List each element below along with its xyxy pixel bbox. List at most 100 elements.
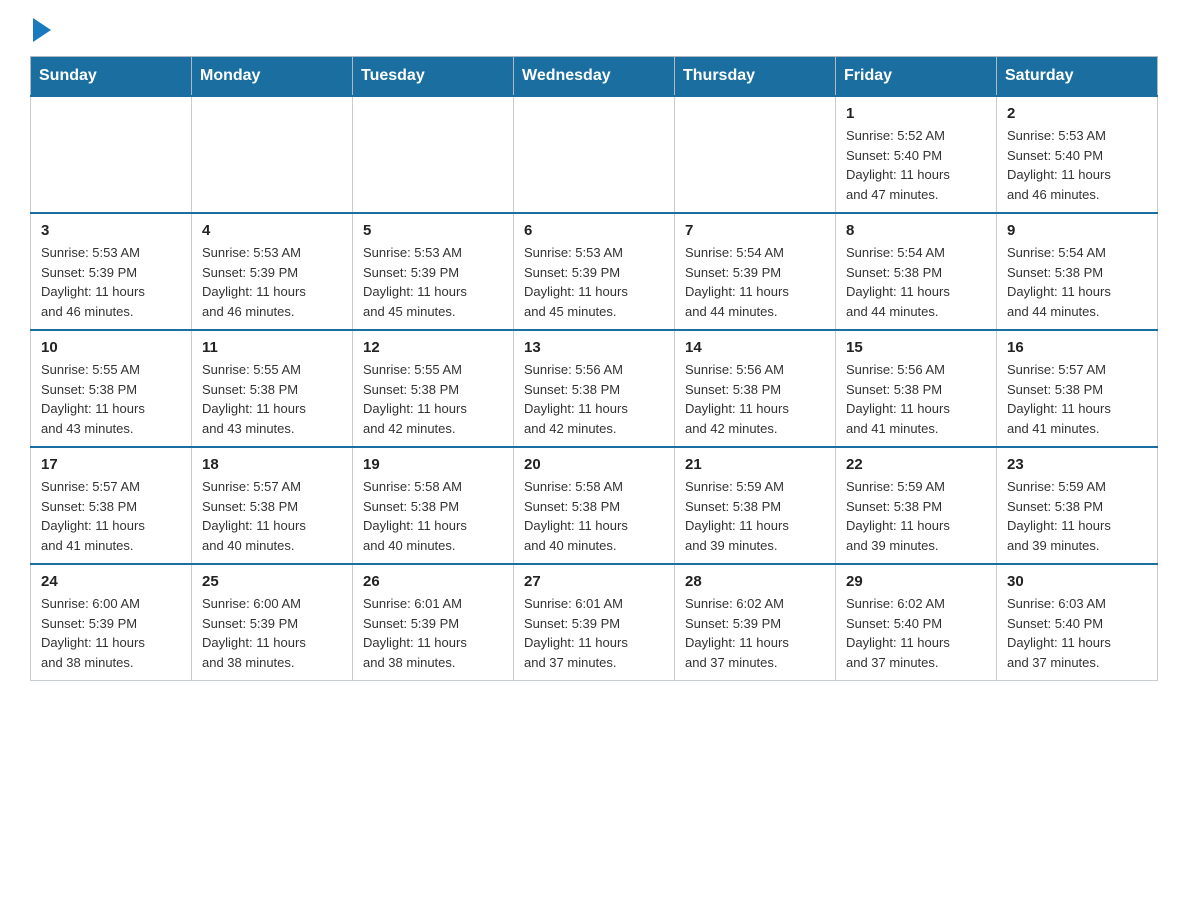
day-info: Sunrise: 5:55 AM Sunset: 5:38 PM Dayligh… <box>202 360 342 438</box>
day-number: 6 <box>524 222 664 239</box>
day-number: 5 <box>363 222 503 239</box>
calendar-cell: 14 Sunrise: 5:56 AM Sunset: 5:38 PM Dayli… <box>675 330 836 447</box>
calendar-cell <box>353 96 514 213</box>
day-info: Sunrise: 5:59 AM Sunset: 5:38 PM Dayligh… <box>846 477 986 555</box>
calendar-cell <box>31 96 192 213</box>
weekday-header-wednesday: Wednesday <box>514 57 675 97</box>
calendar-cell <box>192 96 353 213</box>
calendar-cell: 10 Sunrise: 5:55 AM Sunset: 5:38 PM Dayli… <box>31 330 192 447</box>
day-info: Sunrise: 6:02 AM Sunset: 5:39 PM Dayligh… <box>685 594 825 672</box>
day-number: 11 <box>202 339 342 356</box>
calendar-cell: 5 Sunrise: 5:53 AM Sunset: 5:39 PM Daylig… <box>353 213 514 330</box>
day-info: Sunrise: 5:58 AM Sunset: 5:38 PM Dayligh… <box>524 477 664 555</box>
day-info: Sunrise: 5:53 AM Sunset: 5:39 PM Dayligh… <box>524 243 664 321</box>
calendar-cell: 25Sunrise: 6:00 AM Sunset: 5:39 PM Dayli… <box>192 564 353 681</box>
logo-triangle-icon <box>33 18 51 42</box>
day-info: Sunrise: 5:57 AM Sunset: 5:38 PM Dayligh… <box>41 477 181 555</box>
calendar-cell: 7Sunrise: 5:54 AM Sunset: 5:39 PM Daylig… <box>675 213 836 330</box>
day-info: Sunrise: 5:52 AM Sunset: 5:40 PM Dayligh… <box>846 126 986 204</box>
calendar-cell: 29 Sunrise: 6:02 AM Sunset: 5:40 PM Dayli… <box>836 564 997 681</box>
calendar-cell: 21 Sunrise: 5:59 AM Sunset: 5:38 PM Dayli… <box>675 447 836 564</box>
calendar-cell <box>675 96 836 213</box>
day-number: 4 <box>202 222 342 239</box>
day-info: Sunrise: 5:53 AM Sunset: 5:40 PM Dayligh… <box>1007 126 1147 204</box>
weekday-header-row: SundayMondayTuesdayWednesdayThursdayFrid… <box>31 57 1158 97</box>
day-number: 29 <box>846 573 986 590</box>
day-number: 19 <box>363 456 503 473</box>
calendar-cell: 8 Sunrise: 5:54 AM Sunset: 5:38 PM Daylig… <box>836 213 997 330</box>
day-number: 30 <box>1007 573 1147 590</box>
day-number: 10 <box>41 339 181 356</box>
day-number: 21 <box>685 456 825 473</box>
day-info: Sunrise: 5:58 AM Sunset: 5:38 PM Dayligh… <box>363 477 503 555</box>
day-number: 25 <box>202 573 342 590</box>
day-number: 16 <box>1007 339 1147 356</box>
weekday-header-friday: Friday <box>836 57 997 97</box>
day-info: Sunrise: 5:59 AM Sunset: 5:38 PM Dayligh… <box>1007 477 1147 555</box>
day-number: 23 <box>1007 456 1147 473</box>
calendar-cell: 3 Sunrise: 5:53 AM Sunset: 5:39 PM Daylig… <box>31 213 192 330</box>
day-number: 15 <box>846 339 986 356</box>
calendar-week-row: 24Sunrise: 6:00 AM Sunset: 5:39 PM Dayli… <box>31 564 1158 681</box>
page-header <box>30 20 1158 40</box>
calendar-cell: 28 Sunrise: 6:02 AM Sunset: 5:39 PM Dayli… <box>675 564 836 681</box>
calendar-week-row: 10 Sunrise: 5:55 AM Sunset: 5:38 PM Dayli… <box>31 330 1158 447</box>
calendar-cell: 15 Sunrise: 5:56 AM Sunset: 5:38 PM Dayli… <box>836 330 997 447</box>
calendar-cell: 17 Sunrise: 5:57 AM Sunset: 5:38 PM Dayli… <box>31 447 192 564</box>
weekday-header-thursday: Thursday <box>675 57 836 97</box>
day-info: Sunrise: 5:56 AM Sunset: 5:38 PM Dayligh… <box>524 360 664 438</box>
day-number: 24 <box>41 573 181 590</box>
day-number: 27 <box>524 573 664 590</box>
day-info: Sunrise: 5:57 AM Sunset: 5:38 PM Dayligh… <box>1007 360 1147 438</box>
day-info: Sunrise: 5:56 AM Sunset: 5:38 PM Dayligh… <box>846 360 986 438</box>
day-number: 14 <box>685 339 825 356</box>
calendar-cell: 2 Sunrise: 5:53 AM Sunset: 5:40 PM Daylig… <box>997 96 1158 213</box>
calendar-cell: 24Sunrise: 6:00 AM Sunset: 5:39 PM Dayli… <box>31 564 192 681</box>
weekday-header-tuesday: Tuesday <box>353 57 514 97</box>
day-info: Sunrise: 5:54 AM Sunset: 5:38 PM Dayligh… <box>846 243 986 321</box>
day-number: 28 <box>685 573 825 590</box>
day-info: Sunrise: 5:56 AM Sunset: 5:38 PM Dayligh… <box>685 360 825 438</box>
day-info: Sunrise: 5:55 AM Sunset: 5:38 PM Dayligh… <box>41 360 181 438</box>
calendar-cell: 4 Sunrise: 5:53 AM Sunset: 5:39 PM Daylig… <box>192 213 353 330</box>
calendar-cell: 11 Sunrise: 5:55 AM Sunset: 5:38 PM Dayli… <box>192 330 353 447</box>
day-number: 7 <box>685 222 825 239</box>
calendar-week-row: 1Sunrise: 5:52 AM Sunset: 5:40 PM Daylig… <box>31 96 1158 213</box>
calendar-body: 1Sunrise: 5:52 AM Sunset: 5:40 PM Daylig… <box>31 96 1158 681</box>
day-info: Sunrise: 6:03 AM Sunset: 5:40 PM Dayligh… <box>1007 594 1147 672</box>
day-number: 12 <box>363 339 503 356</box>
calendar-week-row: 3 Sunrise: 5:53 AM Sunset: 5:39 PM Daylig… <box>31 213 1158 330</box>
day-info: Sunrise: 6:01 AM Sunset: 5:39 PM Dayligh… <box>363 594 503 672</box>
calendar-cell: 16 Sunrise: 5:57 AM Sunset: 5:38 PM Dayli… <box>997 330 1158 447</box>
day-info: Sunrise: 6:02 AM Sunset: 5:40 PM Dayligh… <box>846 594 986 672</box>
calendar-cell: 19 Sunrise: 5:58 AM Sunset: 5:38 PM Dayli… <box>353 447 514 564</box>
calendar-cell: 18Sunrise: 5:57 AM Sunset: 5:38 PM Dayli… <box>192 447 353 564</box>
day-info: Sunrise: 5:57 AM Sunset: 5:38 PM Dayligh… <box>202 477 342 555</box>
weekday-header-monday: Monday <box>192 57 353 97</box>
day-number: 3 <box>41 222 181 239</box>
calendar-cell: 1Sunrise: 5:52 AM Sunset: 5:40 PM Daylig… <box>836 96 997 213</box>
calendar-cell: 6 Sunrise: 5:53 AM Sunset: 5:39 PM Daylig… <box>514 213 675 330</box>
day-number: 20 <box>524 456 664 473</box>
weekday-header-sunday: Sunday <box>31 57 192 97</box>
calendar-cell: 9Sunrise: 5:54 AM Sunset: 5:38 PM Daylig… <box>997 213 1158 330</box>
day-info: Sunrise: 5:53 AM Sunset: 5:39 PM Dayligh… <box>41 243 181 321</box>
calendar-cell: 30 Sunrise: 6:03 AM Sunset: 5:40 PM Dayli… <box>997 564 1158 681</box>
calendar-cell: 12 Sunrise: 5:55 AM Sunset: 5:38 PM Dayli… <box>353 330 514 447</box>
calendar-cell: 26 Sunrise: 6:01 AM Sunset: 5:39 PM Dayli… <box>353 564 514 681</box>
day-number: 26 <box>363 573 503 590</box>
calendar-week-row: 17 Sunrise: 5:57 AM Sunset: 5:38 PM Dayli… <box>31 447 1158 564</box>
day-info: Sunrise: 6:01 AM Sunset: 5:39 PM Dayligh… <box>524 594 664 672</box>
day-number: 13 <box>524 339 664 356</box>
day-number: 17 <box>41 456 181 473</box>
day-info: Sunrise: 5:53 AM Sunset: 5:39 PM Dayligh… <box>202 243 342 321</box>
calendar-cell: 13 Sunrise: 5:56 AM Sunset: 5:38 PM Dayli… <box>514 330 675 447</box>
day-info: Sunrise: 5:53 AM Sunset: 5:39 PM Dayligh… <box>363 243 503 321</box>
day-info: Sunrise: 5:55 AM Sunset: 5:38 PM Dayligh… <box>363 360 503 438</box>
day-number: 8 <box>846 222 986 239</box>
day-info: Sunrise: 5:59 AM Sunset: 5:38 PM Dayligh… <box>685 477 825 555</box>
weekday-header-saturday: Saturday <box>997 57 1158 97</box>
day-number: 2 <box>1007 105 1147 122</box>
calendar-cell <box>514 96 675 213</box>
calendar-cell: 20 Sunrise: 5:58 AM Sunset: 5:38 PM Dayli… <box>514 447 675 564</box>
